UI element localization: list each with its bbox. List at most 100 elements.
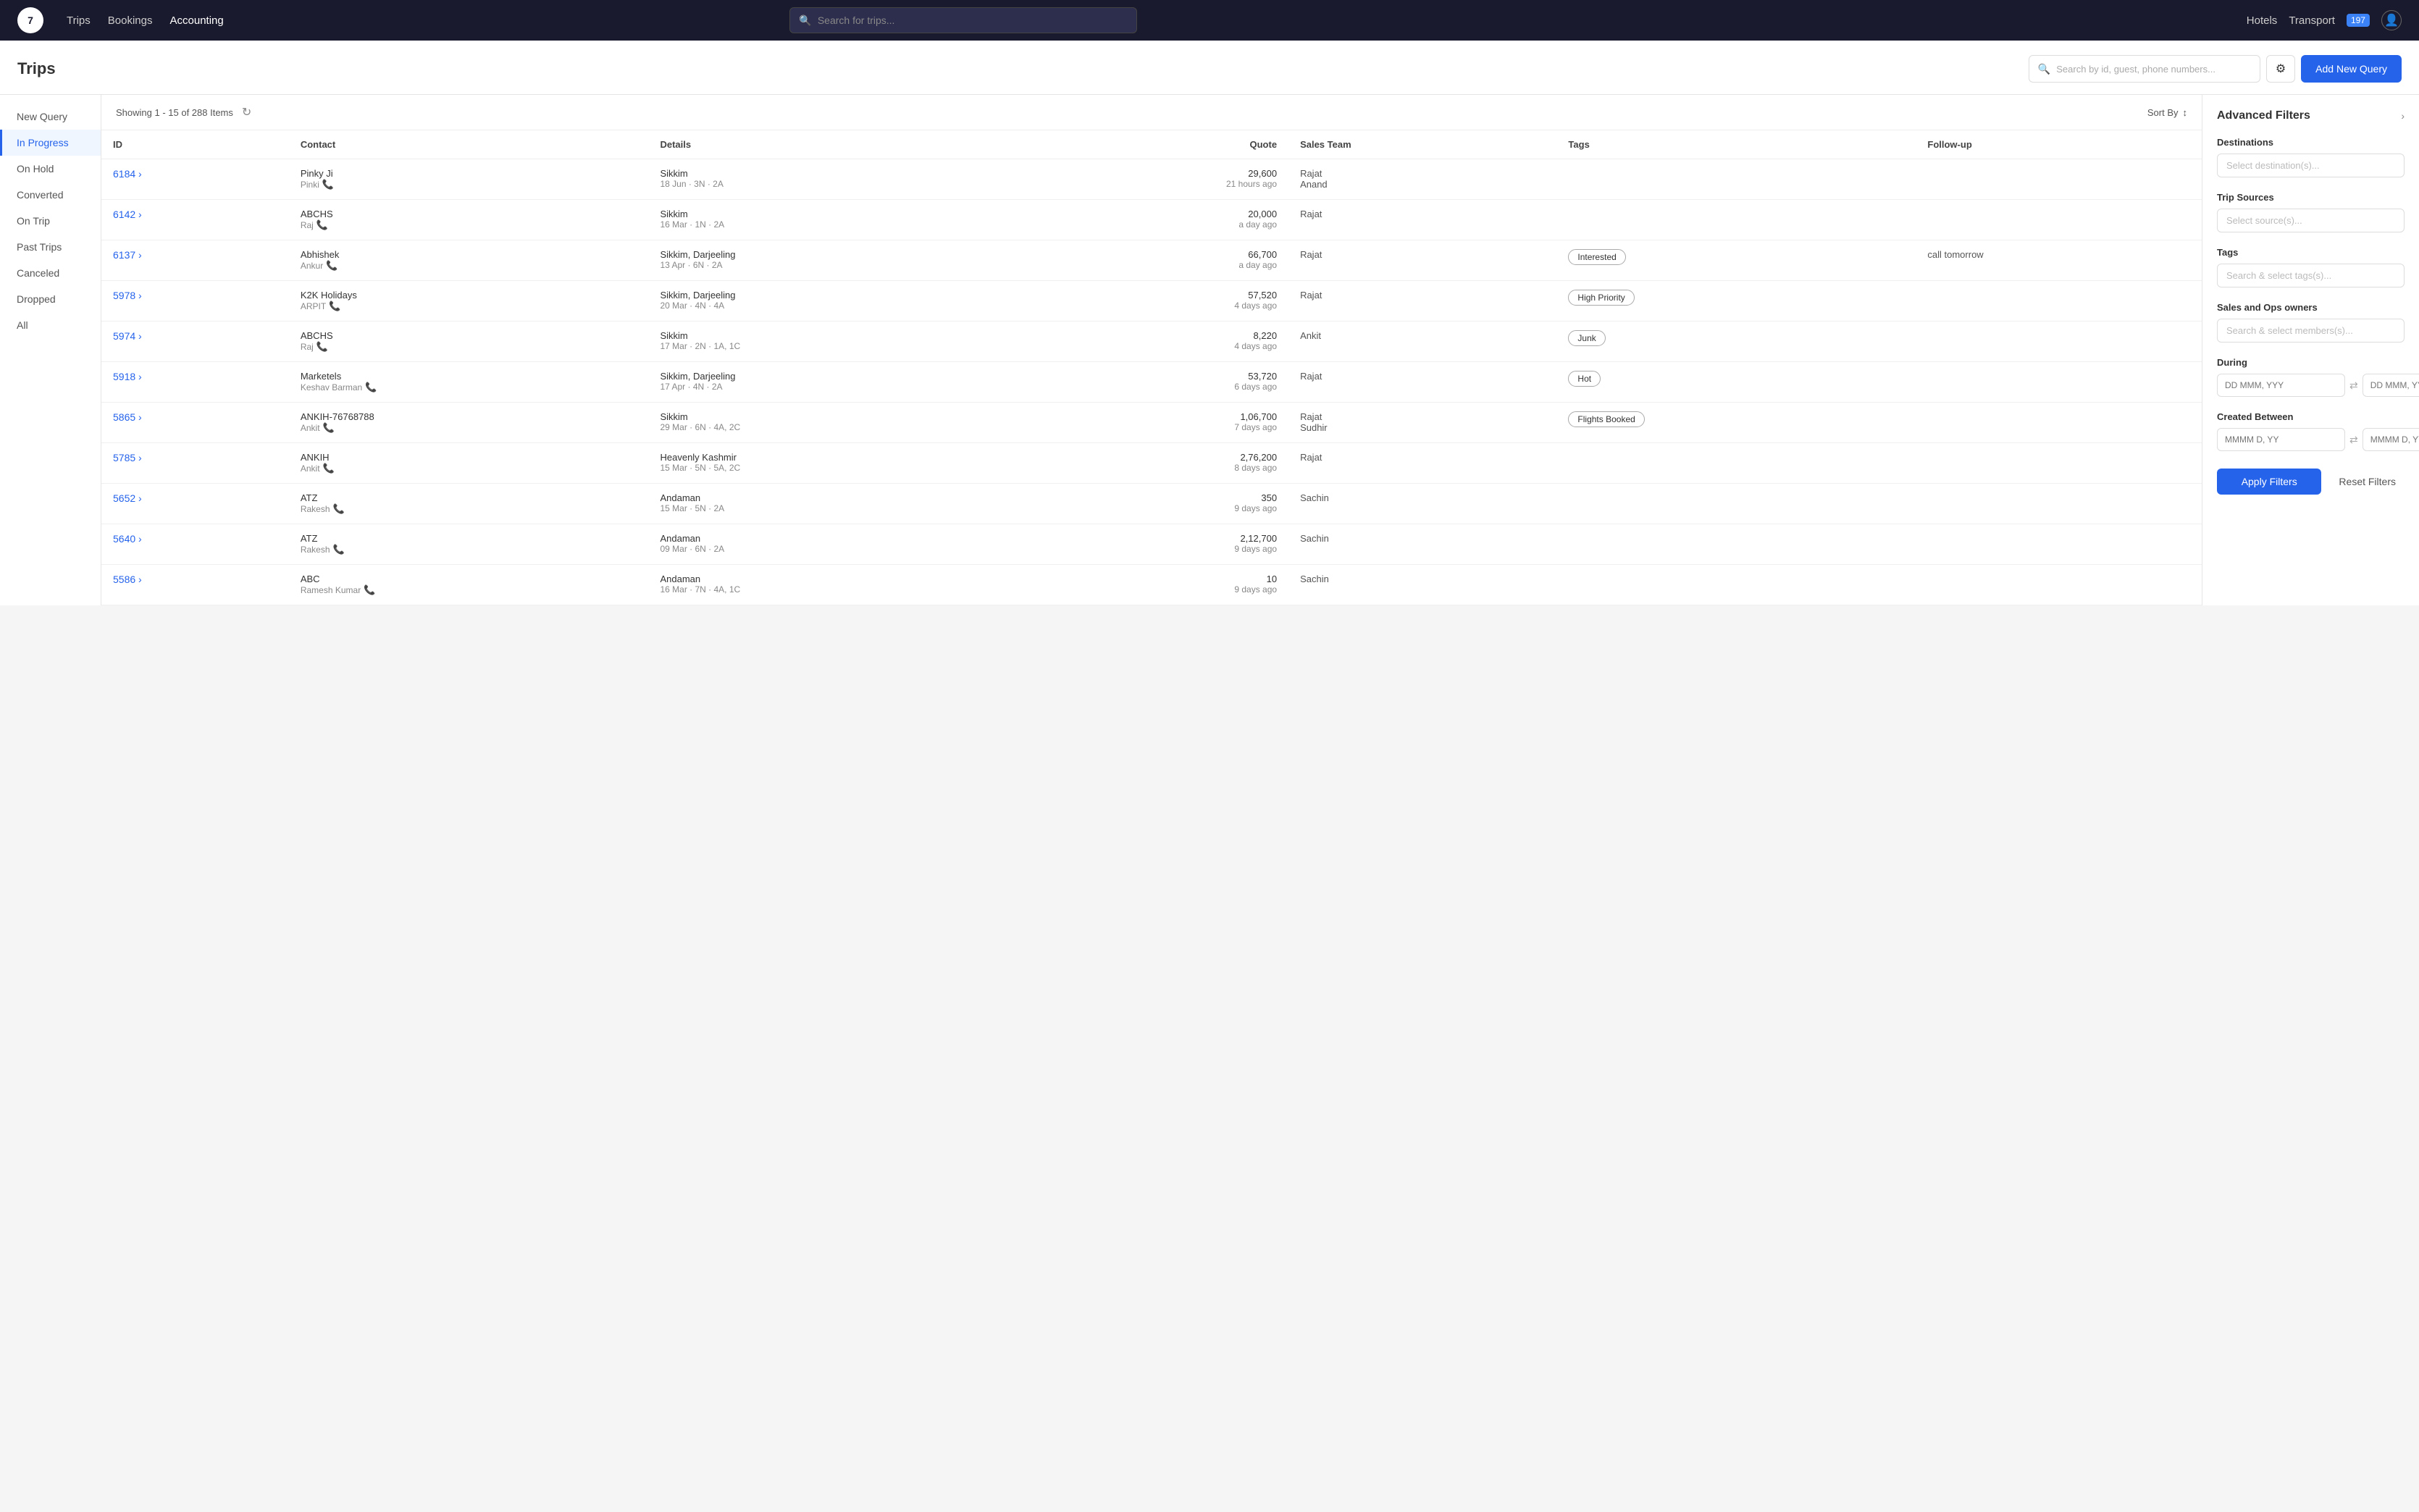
sidebar-item-on-hold[interactable]: On Hold <box>0 156 101 182</box>
trip-sources-input[interactable] <box>2217 209 2405 232</box>
during-from-input[interactable] <box>2217 374 2345 397</box>
contact-sub: Ramesh Kumar 📞 <box>301 584 637 596</box>
trip-id-link[interactable]: 5785 › <box>113 452 277 463</box>
global-search-icon: 🔍 <box>799 14 811 27</box>
refresh-icon[interactable]: ↻ <box>242 105 251 119</box>
quote-cell: 53,7206 days ago <box>1022 362 1288 403</box>
trip-id-link[interactable]: 5640 › <box>113 533 277 545</box>
search-input[interactable] <box>2056 64 2251 75</box>
created-to-input[interactable] <box>2363 428 2419 451</box>
quote-cell: 29,60021 hours ago <box>1022 159 1288 200</box>
trip-id-link[interactable]: 5918 › <box>113 371 277 382</box>
quote-amount: 1,06,700 <box>1034 411 1277 422</box>
quote-cell: 8,2204 days ago <box>1022 322 1288 362</box>
trip-id-link[interactable]: 6184 › <box>113 168 277 180</box>
trips-area: Showing 1 - 15 of 288 Items ↻ Sort By ↕ … <box>101 95 2202 605</box>
quote-time: 9 days ago <box>1034 503 1277 513</box>
created-from-input[interactable] <box>2217 428 2345 451</box>
trip-id-link[interactable]: 5652 › <box>113 492 277 504</box>
quote-time: 21 hours ago <box>1034 179 1277 189</box>
trip-id-cell: 6142 › <box>101 200 289 240</box>
quote-time: 8 days ago <box>1034 463 1277 473</box>
quote-time: 7 days ago <box>1034 422 1277 432</box>
followup-cell <box>1916 200 2202 240</box>
sidebar-item-new-query[interactable]: New Query <box>0 104 101 130</box>
contact-sub: Raj 📞 <box>301 341 637 353</box>
trip-id-link[interactable]: 6142 › <box>113 209 277 220</box>
tags-label: Tags <box>2217 247 2405 258</box>
reset-filters-button[interactable]: Reset Filters <box>2330 469 2405 495</box>
sidebar-item-past-trips[interactable]: Past Trips <box>0 234 101 260</box>
follow-up-text: call tomorrow <box>1927 249 2190 260</box>
phone-icon: 📞 <box>322 179 334 190</box>
tag-pill[interactable]: Flights Booked <box>1568 411 1644 427</box>
user-avatar[interactable]: 👤 <box>2381 10 2402 30</box>
quote-amount: 53,720 <box>1034 371 1277 382</box>
notifications-badge[interactable]: 197 <box>2347 14 2370 27</box>
trip-id-link[interactable]: 5586 › <box>113 574 277 585</box>
transport-nav[interactable]: Transport <box>2289 14 2335 27</box>
during-to-input[interactable] <box>2363 374 2419 397</box>
quote-time: a day ago <box>1034 219 1277 230</box>
nav-bookings[interactable]: Bookings <box>108 12 153 30</box>
nav-trips[interactable]: Trips <box>67 12 91 30</box>
trip-id-link[interactable]: 6137 › <box>113 249 277 261</box>
table-row: 5865 ›ANKIH-76768788Ankit 📞Sikkim29 Mar … <box>101 403 2202 443</box>
nav-accounting[interactable]: Accounting <box>170 12 224 30</box>
quote-cell: 2,12,7009 days ago <box>1022 524 1288 565</box>
sales-team-cell: Rajat <box>1288 443 1556 484</box>
filter-icon-button[interactable]: ⚙ <box>2266 55 2295 83</box>
hotels-nav[interactable]: Hotels <box>2247 14 2278 27</box>
sidebar-item-canceled[interactable]: Canceled <box>0 260 101 286</box>
sort-by-control[interactable]: Sort By ↕ <box>2147 107 2187 118</box>
contact-cell: ABCHSRaj 📞 <box>289 322 649 362</box>
trip-id-link[interactable]: 5865 › <box>113 411 277 423</box>
tag-pill[interactable]: Junk <box>1568 330 1605 346</box>
followup-cell <box>1916 403 2202 443</box>
sales-ops-input[interactable] <box>2217 319 2405 343</box>
contact-name: ATZ <box>301 492 637 503</box>
app-logo[interactable]: 7 <box>17 7 43 33</box>
details-cell: Sikkim, Darjeeling20 Mar · 4N · 4A <box>648 281 1021 322</box>
trip-id-link[interactable]: 5974 › <box>113 330 277 342</box>
apply-filters-button[interactable]: Apply Filters <box>2217 469 2321 495</box>
trip-id-link[interactable]: 5978 › <box>113 290 277 301</box>
contact-cell: K2K HolidaysARPIT 📞 <box>289 281 649 322</box>
tag-pill[interactable]: High Priority <box>1568 290 1634 306</box>
quote-amount: 2,12,700 <box>1034 533 1277 544</box>
details-destination: Heavenly Kashmir <box>660 452 1010 463</box>
sidebar-item-in-progress[interactable]: In Progress <box>0 130 101 156</box>
sidebar-item-dropped[interactable]: Dropped <box>0 286 101 312</box>
sidebar-item-on-trip[interactable]: On Trip <box>0 208 101 234</box>
quote-amount: 57,520 <box>1034 290 1277 301</box>
filter-sales-ops-section: Sales and Ops owners <box>2217 302 2405 343</box>
details-destination: Andaman <box>660 533 1010 544</box>
contact-name: ABCHS <box>301 330 637 341</box>
tag-pill[interactable]: Interested <box>1568 249 1625 265</box>
date-separator: ⇄ <box>2349 379 2358 392</box>
global-search-input[interactable] <box>818 14 1128 26</box>
tags-cell <box>1556 200 1916 240</box>
quote-cell: 66,700a day ago <box>1022 240 1288 281</box>
details-cell: Andaman16 Mar · 7N · 4A, 1C <box>648 565 1021 605</box>
tag-pill[interactable]: Hot <box>1568 371 1601 387</box>
followup-cell <box>1916 484 2202 524</box>
sales-team-cell: Sachin <box>1288 524 1556 565</box>
sales-team-cell: Sachin <box>1288 565 1556 605</box>
destinations-input[interactable] <box>2217 154 2405 177</box>
panel-chevron-icon[interactable]: › <box>2401 110 2405 122</box>
details-destination: Sikkim <box>660 168 1010 179</box>
details-sub: 20 Mar · 4N · 4A <box>660 301 1010 311</box>
contact-name: Marketels <box>301 371 637 382</box>
contact-cell: ANKIH-76768788Ankit 📞 <box>289 403 649 443</box>
table-row: 5918 ›MarketelsKeshav Barman 📞Sikkim, Da… <box>101 362 2202 403</box>
sidebar-item-all[interactable]: All <box>0 312 101 338</box>
details-destination: Andaman <box>660 492 1010 503</box>
add-new-query-button[interactable]: Add New Query <box>2301 55 2402 83</box>
tags-input[interactable] <box>2217 264 2405 287</box>
panel-actions: Apply Filters Reset Filters <box>2217 469 2405 495</box>
quote-cell: 20,000a day ago <box>1022 200 1288 240</box>
followup-cell: call tomorrow <box>1916 240 2202 281</box>
sidebar-item-converted[interactable]: Converted <box>0 182 101 208</box>
quote-amount: 66,700 <box>1034 249 1277 260</box>
